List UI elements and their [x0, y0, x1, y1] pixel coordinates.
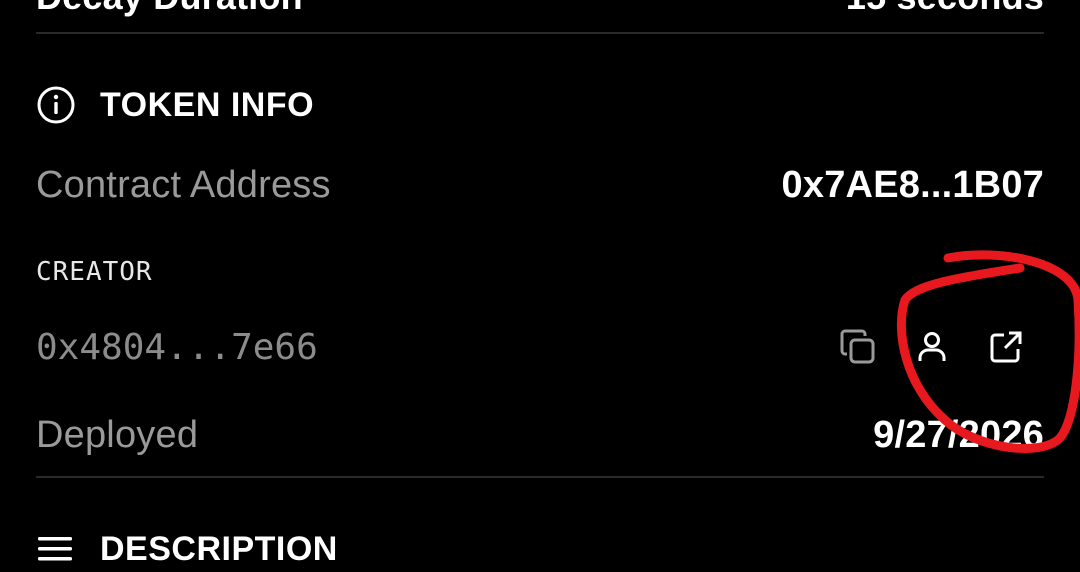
- creator-address[interactable]: 0x4804...7e66: [36, 327, 318, 368]
- creator-row: 0x4804...7e66: [36, 322, 1044, 372]
- token-details-panel: Decay Duration 15 seconds TOKEN INFO Con…: [36, 0, 1044, 568]
- contract-address-value[interactable]: 0x7AE8...1B07: [782, 164, 1044, 207]
- external-link-icon[interactable]: [986, 327, 1026, 367]
- creator-actions: [838, 327, 1026, 367]
- description-title: DESCRIPTION: [100, 529, 338, 568]
- decay-duration-label: Decay Duration: [36, 0, 303, 18]
- decay-duration-row: Decay Duration 15 seconds: [36, 0, 1044, 18]
- creator-label: CREATOR: [36, 257, 153, 287]
- decay-duration-value: 15 seconds: [846, 0, 1044, 18]
- deployed-row: Deployed 9/27/2026: [36, 410, 1044, 460]
- token-info-header: TOKEN INFO: [36, 82, 1044, 128]
- deployed-label: Deployed: [36, 413, 199, 456]
- deployed-value: 9/27/2026: [873, 413, 1044, 456]
- contract-address-row: Contract Address 0x7AE8...1B07: [36, 160, 1044, 210]
- info-circle-icon: [36, 85, 76, 125]
- token-info-title: TOKEN INFO: [100, 85, 315, 124]
- user-icon[interactable]: [912, 327, 952, 367]
- menu-lines-icon: [36, 529, 76, 569]
- divider: [36, 32, 1044, 34]
- contract-address-label: Contract Address: [36, 163, 331, 206]
- description-header: DESCRIPTION: [36, 526, 1044, 572]
- creator-label-row: CREATOR: [36, 254, 1044, 290]
- divider: [36, 476, 1044, 478]
- copy-icon[interactable]: [838, 327, 878, 367]
